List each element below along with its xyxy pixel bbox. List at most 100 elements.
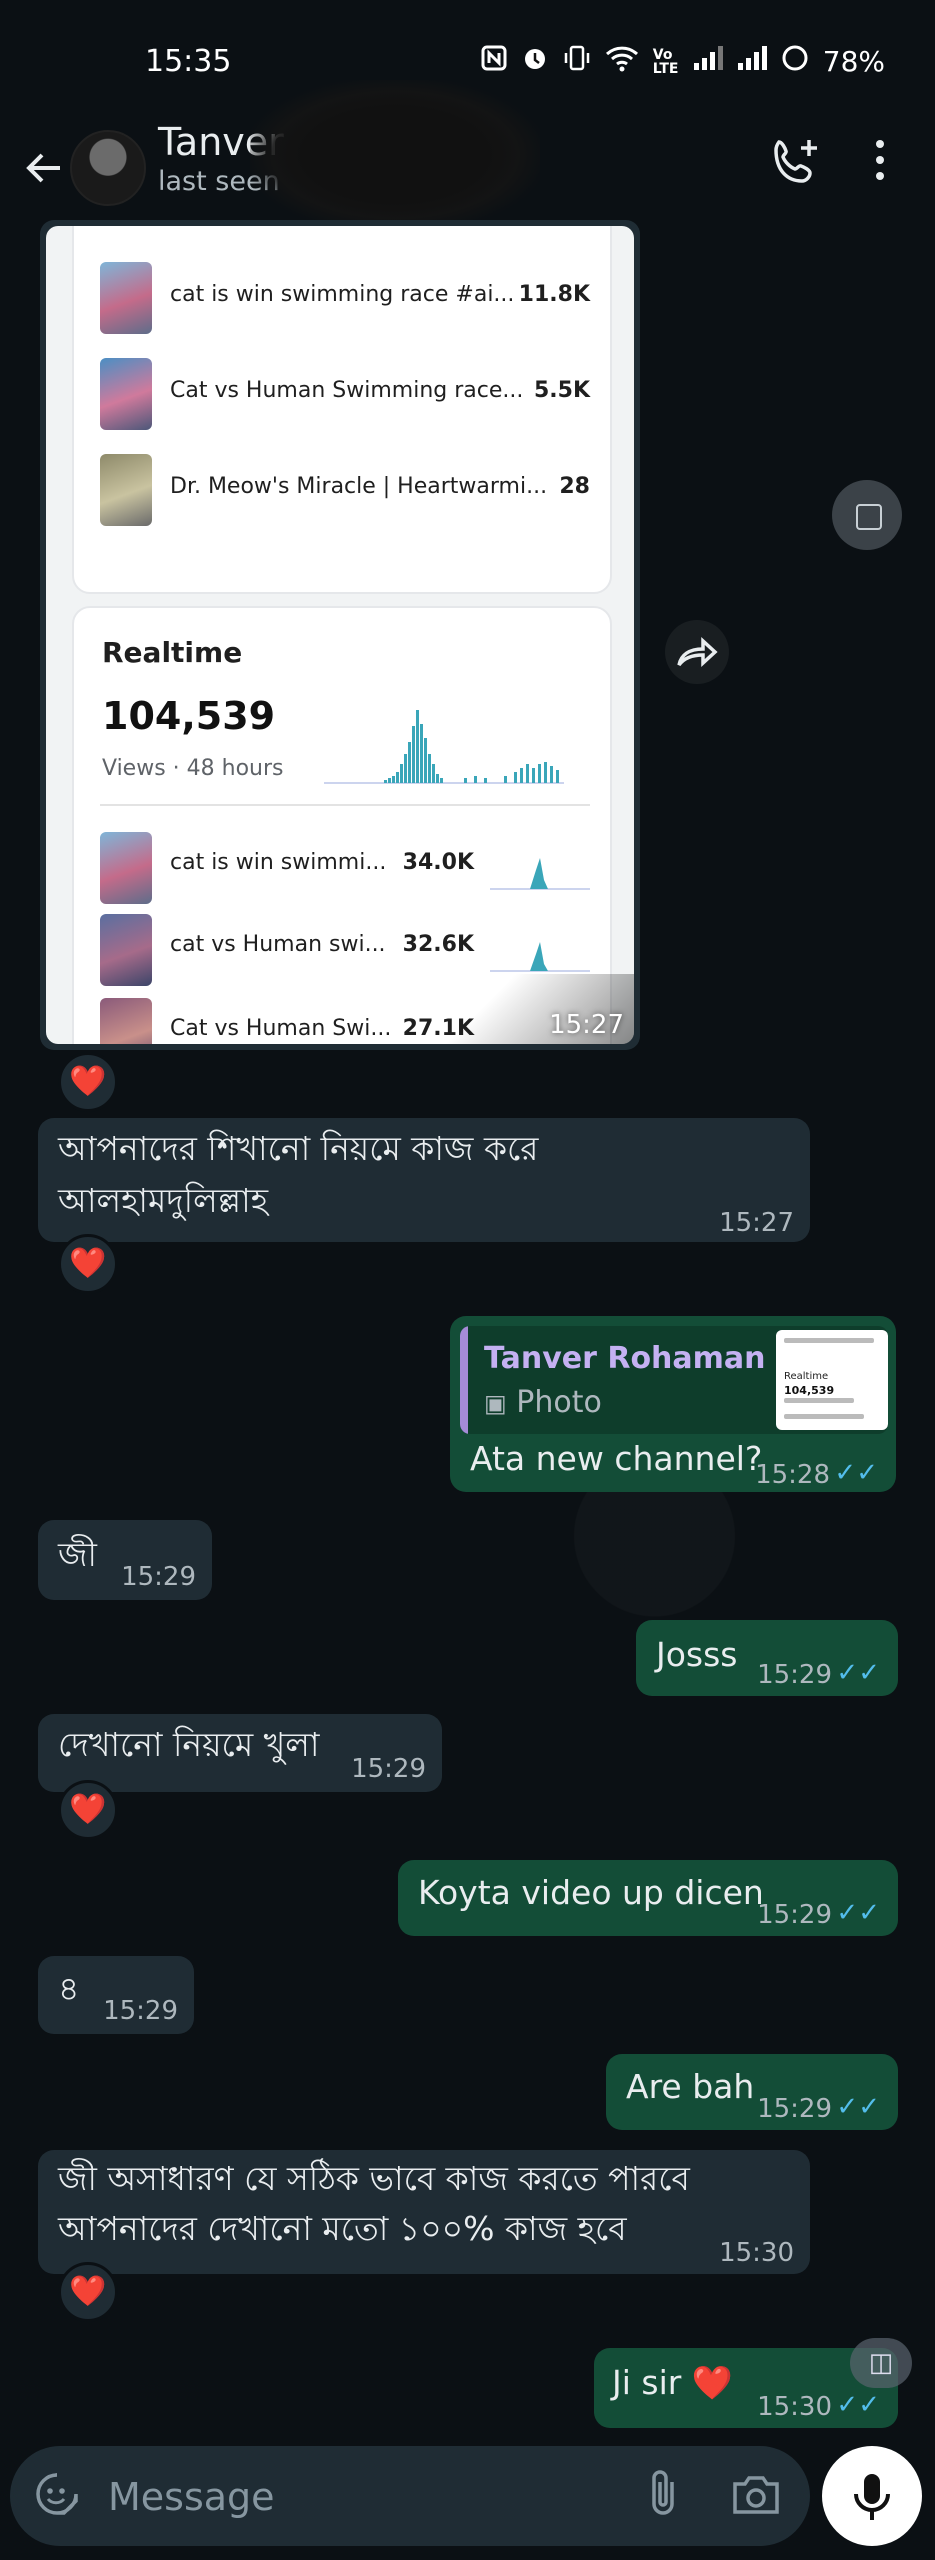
redaction-scribble <box>250 80 540 230</box>
message-input[interactable] <box>106 2466 610 2528</box>
video-thumbnail <box>100 998 152 1044</box>
signal-icon <box>693 45 723 78</box>
quote-author: Tanver Rohaman <box>484 1341 766 1376</box>
message-time: 15:30 <box>757 2392 832 2422</box>
add-call-icon[interactable] <box>765 132 825 192</box>
heart-reaction[interactable]: ❤️ <box>58 1052 118 1112</box>
message-time: 15:29 <box>757 1660 832 1690</box>
message-time: 15:29 <box>757 2094 832 2124</box>
more-options-icon[interactable] <box>860 132 900 192</box>
quote-thumbnail: Realtime 104,539 <box>776 1330 888 1430</box>
signal-icon-2 <box>737 45 767 78</box>
incoming-message[interactable]: আপনাদের শিখানো নিয়মে কাজ করে আলহামদুলিল… <box>38 1118 810 1242</box>
realtime-label: Views · 48 hours <box>102 756 284 781</box>
outgoing-message[interactable]: Josss 15:29 ✓✓ <box>636 1620 898 1696</box>
incoming-message[interactable]: জী 15:29 <box>38 1520 212 1600</box>
outgoing-message[interactable]: Tanver Rohaman ▣ Photo Realtime 104,539 … <box>450 1316 896 1492</box>
list-item: Cat vs Human Swimming race... 5.5K <box>100 358 590 434</box>
message-time: 15:29 <box>121 1562 196 1592</box>
image-message[interactable]: cat is win swimming race #ai... 11.8K Ca… <box>40 220 640 1050</box>
video-views: 28 <box>559 474 590 499</box>
message-text: Josss <box>656 1635 738 1674</box>
realtime-title: Realtime <box>102 636 243 669</box>
heart-reaction[interactable]: ❤️ <box>58 2262 118 2322</box>
message-time: 15:27 <box>549 1010 624 1040</box>
video-title: Cat vs Human Swimming race... <box>170 378 524 403</box>
incoming-message[interactable]: জী অসাধারণ যে সঠিক ভাবে কাজ করতে পারবে আ… <box>38 2150 810 2274</box>
video-thumbnail <box>100 832 152 904</box>
realtime-views: 104,539 <box>102 694 276 738</box>
read-ticks-icon: ✓✓ <box>836 1658 880 1688</box>
divider <box>100 804 590 806</box>
nfc-icon <box>481 45 507 78</box>
message-text: Ata new channel? <box>470 1439 763 1478</box>
mini-spark-chart <box>490 858 590 890</box>
video-views: 11.8K <box>518 282 590 307</box>
incoming-message[interactable]: দেখানো নিয়মে খুলা 15:29 <box>38 1714 442 1792</box>
outgoing-message[interactable]: Are bah 15:29 ✓✓ <box>606 2054 898 2130</box>
top-content-card: cat is win swimming race #ai... 11.8K Ca… <box>72 226 612 594</box>
back-arrow-icon[interactable] <box>14 138 74 198</box>
video-title: Cat vs Human Swi... <box>170 1016 392 1041</box>
incoming-message[interactable]: ৪ 15:29 <box>38 1956 194 2034</box>
volte-icon: Vo LTE <box>652 46 679 77</box>
avatar[interactable] <box>70 130 146 206</box>
status-icons: Vo LTE 78% <box>481 44 885 79</box>
floating-window-button[interactable] <box>832 480 902 550</box>
sticker-emoji-icon[interactable] <box>32 2471 82 2521</box>
attach-icon[interactable] <box>635 2468 691 2524</box>
message-text: Koyta video up dicen <box>418 1873 764 1912</box>
message-input-container[interactable] <box>10 2446 810 2546</box>
battery-icon <box>781 44 809 79</box>
youtube-analytics-screenshot: cat is win swimming race #ai... 11.8K Ca… <box>46 226 634 1044</box>
chat-area[interactable]: cat is win swimming race #ai... 11.8K Ca… <box>0 220 935 2440</box>
video-title: cat is win swimmi... <box>170 850 387 875</box>
video-thumbnail <box>100 262 152 334</box>
video-views: 34.0K <box>402 850 474 875</box>
message-text: জী অসাধারণ যে সঠিক ভাবে কাজ করতে পারবে <box>58 2159 690 2198</box>
message-time: 15:29 <box>757 1900 832 1930</box>
quote-bar <box>460 1326 468 1434</box>
video-title: Dr. Meow's Miracle | Heartwarmi... <box>170 474 548 499</box>
video-thumbnail <box>100 454 152 526</box>
message-composer <box>0 2440 935 2560</box>
outgoing-message[interactable]: Koyta video up dicen 15:29 ✓✓ <box>398 1860 898 1936</box>
message-text: ৪ <box>58 1969 80 2008</box>
read-ticks-icon: ✓✓ <box>836 1898 880 1928</box>
message-text: দেখানো নিয়মে খুলা <box>58 1725 320 1764</box>
camera-icon[interactable] <box>725 2468 787 2524</box>
quoted-message[interactable]: Tanver Rohaman ▣ Photo Realtime 104,539 <box>460 1326 888 1434</box>
vibrate-icon <box>563 44 591 79</box>
message-text: Are bah <box>626 2067 755 2106</box>
mini-spark-chart <box>490 942 590 972</box>
message-text: আপনাদের দেখানো মতো ১০০% কাজ হবে <box>58 2209 627 2248</box>
quote-type: ▣ Photo <box>484 1385 602 1420</box>
video-views: 5.5K <box>533 378 590 403</box>
heart-reaction[interactable]: ❤️ <box>58 1234 118 1294</box>
photo-icon: ▣ <box>484 1389 507 1418</box>
message-time: 15:30 <box>719 2238 794 2268</box>
list-item: Dr. Meow's Miracle | Heartwarmi... 28 <box>100 454 590 530</box>
mic-button[interactable] <box>822 2446 922 2546</box>
message-text: জী <box>58 1535 97 1574</box>
video-title: cat vs Human swi... <box>170 932 386 957</box>
read-ticks-icon: ✓✓ <box>836 2092 880 2122</box>
message-text: আপনাদের শিখানো নিয়মে কাজ করে <box>58 1129 539 1168</box>
message-time: 15:29 <box>103 1996 178 2026</box>
alarm-icon <box>521 44 549 79</box>
realtime-spark-chart <box>324 710 564 784</box>
mic-icon <box>854 2474 890 2520</box>
message-time: 15:28 <box>755 1460 830 1490</box>
forward-icon[interactable] <box>665 620 729 684</box>
wifi-icon <box>605 44 639 79</box>
read-ticks-icon: ✓✓ <box>834 1458 878 1488</box>
video-views: 32.6K <box>402 932 474 957</box>
message-time: 15:29 <box>351 1754 426 1784</box>
heart-reaction[interactable]: ❤️ <box>58 1780 118 1840</box>
list-item: cat is win swimmi... 34.0K <box>100 832 590 904</box>
video-thumbnail <box>100 914 152 986</box>
video-thumbnail <box>100 358 152 430</box>
picture-in-picture-button[interactable]: ◫ <box>850 2338 912 2388</box>
list-item: cat is win swimming race #ai... 11.8K <box>100 262 590 338</box>
chat-header: Tanver last seen <box>0 80 935 230</box>
